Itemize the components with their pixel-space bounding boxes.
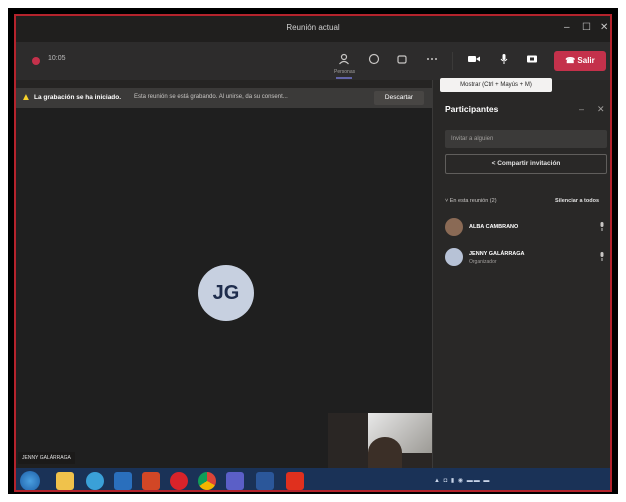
edge-icon[interactable] bbox=[86, 472, 104, 490]
avatar: JG bbox=[198, 265, 254, 321]
share-icon[interactable] bbox=[524, 53, 540, 68]
avatar bbox=[445, 248, 463, 266]
leave-label: Salir bbox=[577, 56, 595, 65]
chrome-icon[interactable] bbox=[198, 472, 216, 490]
close-panel-icon[interactable]: ✕ bbox=[597, 104, 605, 115]
participant-row[interactable]: JENNY GALÁRRAGA Organizador bbox=[445, 246, 607, 268]
window-title: Reunión actual bbox=[286, 23, 340, 32]
file-explorer-icon[interactable] bbox=[56, 472, 74, 490]
windows-taskbar: ▲ ◘ ▮ ◉ ▬▬ ▬ bbox=[16, 468, 610, 490]
recording-banner: ▲ La grabación se ha iniciado. Esta reun… bbox=[16, 88, 432, 108]
start-icon[interactable] bbox=[20, 471, 40, 490]
recording-dot-icon bbox=[32, 57, 40, 65]
participants-panel: Participantes – ✕ Invitar a alguien < Co… bbox=[432, 80, 610, 468]
toolbar-divider bbox=[452, 52, 453, 70]
shortcut-tooltip: Mostrar (Ctrl + Mayús + M) bbox=[440, 78, 552, 92]
camera-icon[interactable] bbox=[466, 53, 482, 68]
minimize-icon[interactable]: – bbox=[564, 22, 570, 33]
in-meeting-count: En esta reunión (2) bbox=[449, 198, 497, 204]
powerpoint-icon[interactable] bbox=[142, 472, 160, 490]
word-icon[interactable] bbox=[256, 472, 274, 490]
leave-button[interactable]: ☎ Salir bbox=[554, 51, 606, 71]
maximize-icon[interactable]: ☐ bbox=[582, 22, 591, 33]
phone-hangup-icon: ☎ bbox=[565, 56, 576, 65]
pop-out-icon[interactable]: – bbox=[579, 104, 584, 114]
teams-meeting-window: Reunión actual – ☐ ✕ 10:05 Personas ☎ Sa… bbox=[14, 14, 612, 492]
warning-icon: ▲ bbox=[21, 92, 31, 103]
active-tab-underline bbox=[336, 77, 352, 79]
opera-icon[interactable] bbox=[170, 472, 188, 490]
reactions-icon[interactable] bbox=[394, 53, 410, 68]
participant-row[interactable]: ALBA CAMBRANO bbox=[445, 216, 607, 238]
share-arrow-icon: < bbox=[491, 160, 496, 167]
meeting-stage: JG JENNY GALÁRRAGA bbox=[16, 108, 432, 468]
panel-title: Participantes bbox=[445, 104, 499, 114]
mute-all-button[interactable]: Silenciar a todos bbox=[555, 198, 599, 204]
share-invite-label: Compartir invitación bbox=[497, 160, 561, 167]
chat-icon[interactable] bbox=[366, 53, 382, 68]
participants-icon[interactable] bbox=[336, 53, 352, 68]
mic-icon bbox=[599, 252, 605, 263]
participant-role: Organizador bbox=[469, 259, 497, 265]
acrobat-icon[interactable] bbox=[286, 472, 304, 490]
meeting-toolbar: 10:05 Personas ☎ Salir bbox=[16, 42, 610, 80]
more-icon[interactable] bbox=[424, 53, 440, 68]
name-tag: JENNY GALÁRRAGA bbox=[18, 452, 75, 464]
close-icon[interactable]: ✕ bbox=[600, 22, 608, 33]
meeting-timer: 10:05 bbox=[48, 55, 66, 62]
share-invite-button[interactable]: < Compartir invitación bbox=[445, 154, 607, 174]
video-person bbox=[368, 437, 402, 468]
store-icon[interactable] bbox=[114, 472, 132, 490]
teams-icon[interactable] bbox=[226, 472, 244, 490]
avatar bbox=[445, 218, 463, 236]
in-meeting-header[interactable]: ˅ En esta reunión (2) bbox=[445, 198, 497, 204]
dismiss-button[interactable]: Descartar bbox=[374, 91, 424, 105]
participant-name: ALBA CAMBRANO bbox=[469, 224, 519, 230]
participant-name: JENNY GALÁRRAGA bbox=[469, 251, 525, 257]
title-bar: Reunión actual – ☐ ✕ bbox=[16, 16, 610, 42]
invite-search-input[interactable]: Invitar a alguien bbox=[445, 130, 607, 148]
self-video-preview[interactable] bbox=[328, 413, 432, 468]
mic-icon[interactable] bbox=[496, 53, 512, 68]
banner-message: Esta reunión se está grabando. Al unirse… bbox=[134, 94, 288, 100]
participants-sub-label: Personas bbox=[334, 69, 356, 75]
mic-icon bbox=[599, 222, 605, 233]
system-tray[interactable]: ▲ ◘ ▮ ◉ ▬▬ ▬ bbox=[434, 477, 604, 485]
banner-title: La grabación se ha iniciado. bbox=[34, 94, 122, 101]
